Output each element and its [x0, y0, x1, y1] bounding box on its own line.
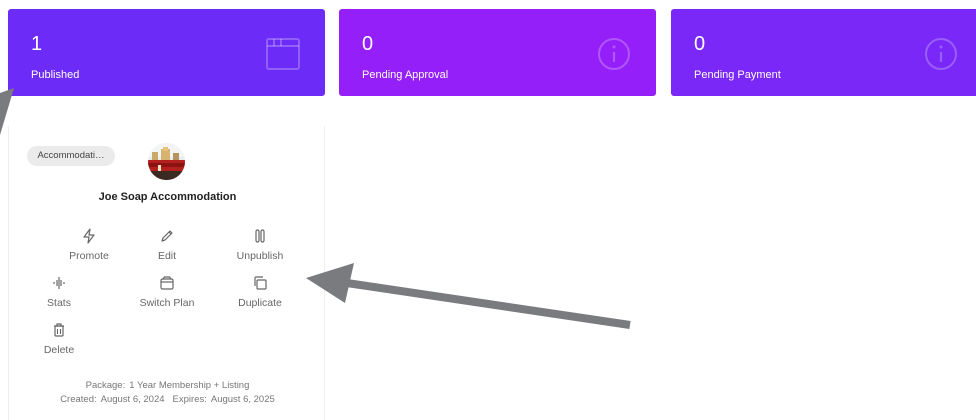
waveform-icon [53, 277, 65, 289]
stat-published-count: 1 [31, 33, 43, 55]
promote-label: Promote [69, 250, 109, 262]
stats-button[interactable]: Stats [34, 275, 84, 309]
browser-window-icon [266, 38, 300, 70]
duplicate-label: Duplicate [238, 297, 282, 309]
stat-pending-payment-count: 0 [694, 33, 706, 55]
stat-published-label: Published [31, 69, 80, 81]
package-info: Package: 1 Year Membership + Listing [9, 379, 326, 393]
package-value: 1 Year Membership + Listing [129, 380, 250, 391]
switch-plan-button[interactable]: Switch Plan [127, 275, 207, 309]
stat-pending-payment-label: Pending Payment [694, 69, 781, 81]
package-label: Package: [85, 380, 126, 391]
stat-pending-approval-count: 0 [362, 33, 374, 55]
listing-avatar[interactable] [148, 143, 185, 180]
expires-label: Expires: [172, 394, 207, 405]
stats-label: Stats [47, 297, 71, 309]
info-circle-icon [925, 38, 957, 70]
unpublish-button[interactable]: Unpublish [220, 228, 300, 262]
pencil-icon [161, 230, 173, 242]
listing-title[interactable]: Joe Soap Accommodation [9, 191, 326, 203]
promote-button[interactable]: Promote [49, 228, 129, 262]
listing-card: Accommodati… Joe Soap Accommodation Prom… [8, 126, 325, 420]
switch-plan-label: Switch Plan [139, 297, 195, 309]
pause-icon [255, 229, 265, 243]
dates-info: Created: August 6, 2024 Expires: August 6, … [9, 393, 326, 407]
duplicate-button[interactable]: Duplicate [220, 275, 300, 309]
trash-icon [54, 323, 64, 337]
delete-button[interactable]: Delete [34, 322, 84, 356]
lightning-icon [83, 228, 95, 244]
edit-button[interactable]: Edit [127, 228, 207, 262]
package-box-icon [160, 276, 174, 290]
delete-label: Delete [43, 344, 75, 356]
stat-card-pending-payment[interactable]: 0 Pending Payment [671, 9, 976, 96]
info-circle-icon [598, 38, 630, 70]
expires-value: August 6, 2025 [210, 394, 275, 405]
copy-icon [254, 276, 267, 290]
stat-pending-approval-label: Pending Approval [362, 69, 449, 81]
unpublish-label: Unpublish [236, 250, 284, 262]
category-badge[interactable]: Accommodati… [27, 146, 115, 166]
created-value: August 6, 2024 [100, 394, 165, 405]
stat-card-pending-approval[interactable]: 0 Pending Approval [339, 9, 656, 96]
annotation-arrow-main [306, 263, 631, 329]
created-label: Created: [60, 394, 97, 405]
listing-thumbnail-image [148, 143, 185, 180]
edit-label: Edit [157, 250, 177, 262]
stat-card-published[interactable]: 1 Published [8, 9, 325, 96]
